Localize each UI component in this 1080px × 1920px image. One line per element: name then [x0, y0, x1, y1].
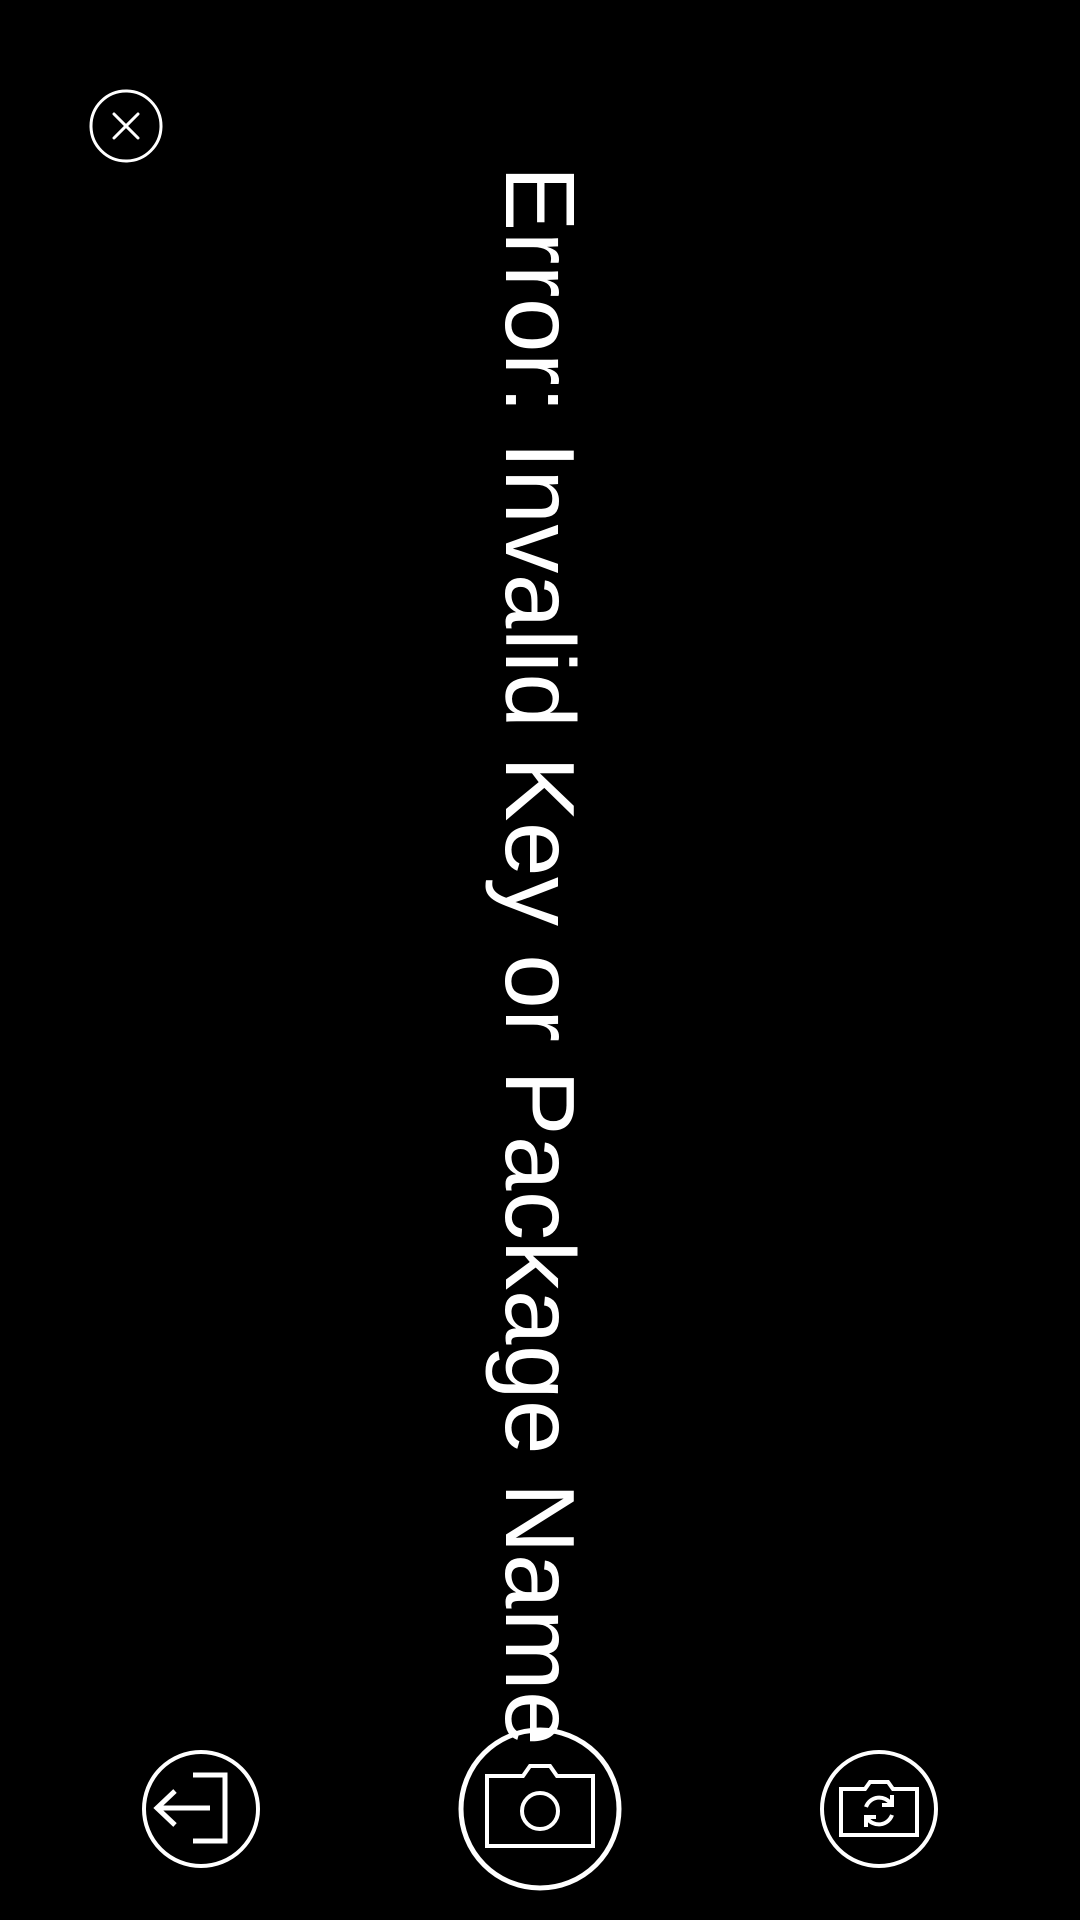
close-icon — [89, 89, 163, 163]
error-message: Error: Invalid Key or Package Name — [485, 165, 595, 1747]
close-button[interactable] — [89, 89, 163, 163]
exit-icon — [142, 1750, 260, 1868]
switch-camera-button[interactable] — [819, 1749, 939, 1869]
camera-icon — [458, 1727, 622, 1891]
capture-button[interactable] — [457, 1726, 623, 1892]
switch-camera-icon — [820, 1750, 938, 1868]
camera-screen: Error: Invalid Key or Package Name — [0, 0, 1080, 1920]
exit-button[interactable] — [141, 1749, 261, 1869]
